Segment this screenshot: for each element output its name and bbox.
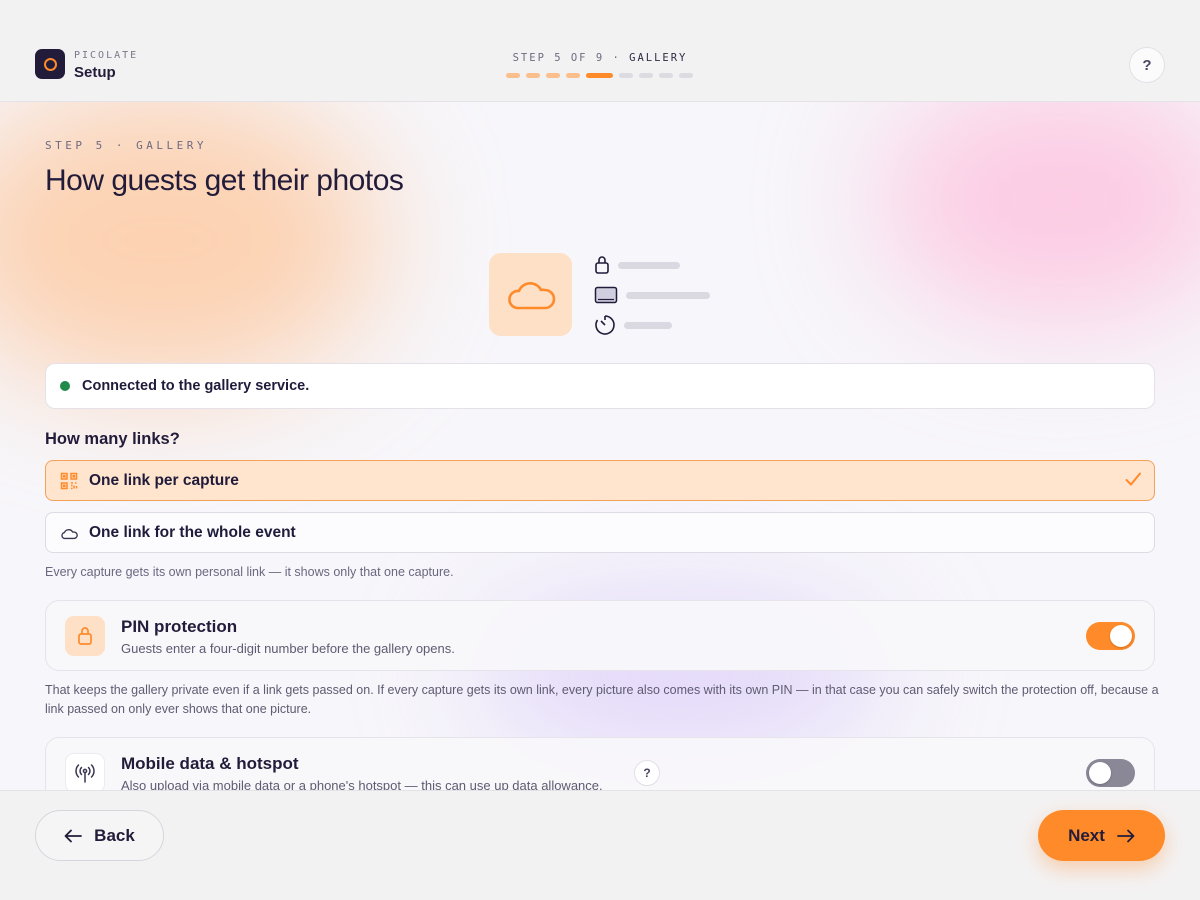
status-dot — [60, 381, 70, 391]
step-indicator: STEP 5 OF 9 · GALLERY — [0, 52, 1200, 64]
pin-subtitle: Guests enter a four-digit number before … — [121, 641, 455, 656]
back-label: Back — [94, 825, 135, 845]
mobile-help-button[interactable]: ? — [634, 760, 660, 786]
illustration-row-timer — [594, 314, 672, 336]
progress-segment — [526, 73, 540, 78]
arrow-left-icon — [64, 829, 83, 842]
links-section-title: How many links? — [45, 430, 180, 448]
links-hint: Every capture gets its own personal link… — [45, 565, 454, 579]
mobile-title: Mobile data & hotspot — [121, 754, 299, 773]
lock-icon — [595, 256, 609, 274]
option-one-link-per-capture[interactable]: One link per capture — [45, 460, 1155, 501]
back-button[interactable]: Back — [35, 810, 164, 861]
option-one-link-whole-event[interactable]: One link for the whole event — [45, 512, 1155, 553]
arrow-right-icon — [1117, 829, 1135, 842]
pin-title: PIN protection — [121, 617, 238, 636]
pin-explanation: That keeps the gallery private even if a… — [45, 683, 1159, 716]
next-button[interactable]: Next — [1038, 810, 1165, 861]
pin-protection-card: PIN protection Guests enter a four-digit… — [45, 600, 1155, 671]
next-label: Next — [1068, 825, 1105, 845]
progress-segment — [546, 73, 560, 78]
option-label: One link per capture — [89, 471, 239, 489]
screen-icon — [594, 286, 618, 304]
bottom-bar: Back Next — [0, 790, 1200, 900]
lock-icon — [65, 616, 105, 656]
progress-segment — [506, 73, 520, 78]
brand-title: Setup — [74, 64, 116, 81]
option-label: One link for the whole event — [89, 523, 296, 541]
help-button[interactable]: ? — [1129, 47, 1165, 83]
progress-segment — [679, 73, 693, 78]
cloud-illustration — [489, 253, 572, 336]
cloud-icon — [507, 281, 555, 309]
top-bar: PICOLATE Setup STEP 5 OF 9 · GALLERY ? — [0, 0, 1200, 102]
step-progress — [506, 73, 693, 78]
illustration-row-lock — [594, 255, 680, 275]
timer-icon — [595, 315, 615, 335]
progress-segment — [619, 73, 633, 78]
qr-code-icon — [59, 471, 79, 491]
pin-toggle[interactable] — [1086, 622, 1135, 650]
step-eyebrow: STEP 5 · GALLERY — [45, 139, 207, 152]
page-title: How guests get their photos — [45, 164, 404, 197]
illustration-row-screen — [594, 286, 710, 304]
progress-segment — [639, 73, 653, 78]
status-text: Connected to the gallery service. — [82, 378, 310, 394]
cloud-icon — [59, 523, 79, 543]
checkmark-icon — [1125, 472, 1141, 486]
antenna-icon — [65, 753, 105, 793]
step-indicator-prefix: STEP 5 OF 9 · — [512, 52, 630, 64]
step-indicator-section: GALLERY — [629, 52, 688, 64]
progress-segment — [659, 73, 673, 78]
mobile-data-toggle[interactable] — [1086, 759, 1135, 787]
connection-status: Connected to the gallery service. — [45, 363, 1155, 409]
progress-segment — [586, 73, 613, 78]
progress-segment — [566, 73, 580, 78]
